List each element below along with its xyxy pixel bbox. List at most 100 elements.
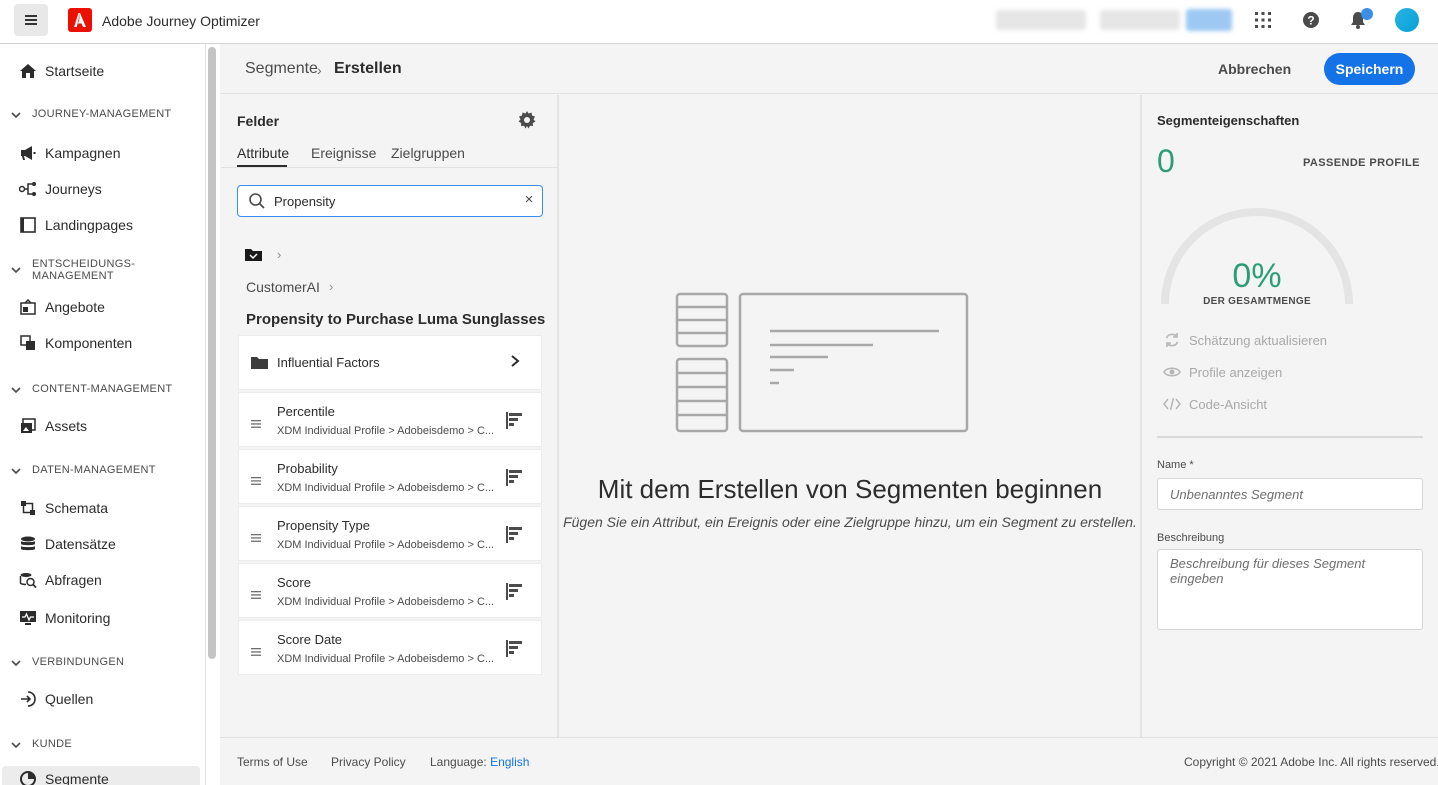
attribute-item-probability[interactable]: Probability XDM Individual Profile > Ado… [238, 449, 542, 504]
components-icon [18, 333, 38, 353]
sidebar-item-datasets[interactable]: Datensätze [18, 531, 116, 557]
page-title: Erstellen [334, 60, 402, 77]
eye-icon [1163, 363, 1181, 381]
breadcrumb-segments[interactable]: Segmente [245, 60, 318, 78]
segment-icon [18, 769, 38, 785]
notification-badge [1361, 8, 1373, 20]
attribute-item-propensity-type[interactable]: Propensity Type XDM Individual Profile >… [238, 506, 542, 561]
language-selector: Language: English [430, 755, 530, 769]
cancel-button[interactable]: Abbrechen [1206, 54, 1303, 84]
drag-handle-icon[interactable] [251, 529, 261, 542]
sidebar-item-home[interactable]: Startseite [18, 58, 104, 84]
code-icon [1163, 395, 1181, 413]
sidebar-item-components[interactable]: Komponenten [18, 330, 132, 356]
refresh-estimate-button[interactable]: Schätzung aktualisieren [1163, 331, 1327, 349]
chevron-down-icon [10, 109, 22, 121]
tab-attributes[interactable]: Attribute [237, 145, 289, 161]
segment-properties-panel [1140, 95, 1438, 737]
app-grid-icon[interactable] [1253, 10, 1273, 30]
menu-toggle-button[interactable] [14, 4, 48, 36]
segment-name-field[interactable] [1157, 478, 1423, 510]
app-title: Adobe Journey Optimizer [102, 13, 260, 29]
search-input[interactable] [274, 192, 504, 210]
sidebar-item-journeys[interactable]: Journeys [18, 176, 102, 202]
sidebar-item-segments[interactable]: Segmente [18, 766, 109, 785]
sidebar-item-schemas[interactable]: Schemata [18, 495, 108, 521]
description-label: Beschreibung [1157, 532, 1225, 544]
database-icon [18, 534, 38, 554]
query-icon [18, 570, 38, 590]
privacy-link[interactable]: Privacy Policy [331, 755, 406, 769]
section-data-management[interactable]: DATEN-MANAGEMENT [10, 464, 156, 477]
drag-handle-icon[interactable] [251, 586, 261, 599]
view-profiles-button[interactable]: Profile anzeigen [1163, 363, 1282, 381]
breadcrumb-customerai[interactable]: CustomerAI [246, 279, 320, 295]
chevron-down-icon [10, 657, 22, 669]
section-journey-management[interactable]: JOURNEY-MANAGEMENT [10, 108, 171, 121]
attribute-info-icon[interactable] [506, 412, 523, 429]
sidebar-item-campaigns[interactable]: Kampagnen [18, 140, 121, 166]
segment-description-field[interactable] [1157, 549, 1423, 630]
drag-handle-icon[interactable] [251, 643, 261, 656]
code-view-button[interactable]: Code-Ansicht [1163, 395, 1267, 413]
section-connections[interactable]: VERBINDUNGEN [10, 656, 124, 669]
sidebar-scrollbar[interactable] [208, 47, 216, 659]
chevron-down-icon [10, 739, 22, 751]
chevron-right-icon [509, 354, 521, 373]
fields-panel-title: Felder [237, 113, 280, 129]
help-icon[interactable]: ? [1301, 10, 1321, 30]
blurred-org-switcher[interactable] [996, 10, 1086, 30]
section-decision-management[interactable]: ENTSCHEIDUNGS- MANAGEMENT [10, 258, 135, 282]
search-icon [248, 192, 266, 210]
tab-events[interactable]: Ereignisse [311, 145, 376, 161]
properties-title: Segmenteigenschaften [1157, 113, 1300, 128]
monitoring-icon [18, 608, 38, 628]
attribute-info-icon[interactable] [506, 469, 523, 486]
drag-handle-icon[interactable] [251, 415, 261, 428]
home-icon [18, 61, 38, 81]
blurred-sandbox-switcher[interactable] [1100, 10, 1180, 30]
adobe-logo-icon[interactable] [68, 8, 92, 32]
sidebar-item-landingpages[interactable]: Landingpages [18, 212, 133, 238]
attribute-item-score[interactable]: Score XDM Individual Profile > Adobeisde… [238, 563, 542, 618]
sidebar-item-queries[interactable]: Abfragen [18, 567, 102, 593]
sidebar-item-sources[interactable]: Quellen [18, 686, 93, 712]
language-link[interactable]: English [490, 755, 529, 769]
avatar[interactable] [1395, 8, 1419, 32]
folder-root-icon[interactable] [245, 248, 263, 262]
section-content-management[interactable]: CONTENT-MANAGEMENT [10, 383, 172, 396]
drag-handle-icon[interactable] [251, 472, 261, 485]
clear-search-icon[interactable]: × [521, 192, 537, 208]
sidebar-item-offers[interactable]: Angebote [18, 294, 105, 320]
folder-item-influential-factors[interactable]: Influential Factors [238, 335, 542, 390]
gear-icon[interactable] [517, 110, 537, 130]
empty-state-title: Mit dem Erstellen von Segmenten beginnen [597, 474, 1103, 504]
attribute-info-icon[interactable] [506, 640, 523, 657]
megaphone-icon [18, 143, 38, 163]
save-button[interactable]: Speichern [1324, 53, 1415, 85]
refresh-icon [1163, 331, 1181, 349]
blurred-environment-badge[interactable] [1186, 9, 1232, 31]
empty-state-subtitle: Fügen Sie ein Attribut, ein Ereignis ode… [563, 514, 1137, 530]
folder-icon [251, 356, 269, 375]
tab-audiences[interactable]: Zielgruppen [391, 145, 465, 161]
sidebar-item-assets[interactable]: Assets [18, 413, 87, 439]
attribute-info-icon[interactable] [506, 583, 523, 600]
empty-canvas-illustration [675, 292, 970, 434]
tabs-divider [221, 167, 559, 168]
journey-icon [18, 179, 38, 199]
chevron-down-icon [10, 384, 22, 396]
attribute-info-icon[interactable] [506, 526, 523, 543]
offer-icon [18, 297, 38, 317]
svg-text:?: ? [1307, 14, 1314, 28]
sidebar-item-monitoring[interactable]: Monitoring [18, 605, 110, 631]
name-label: Name * [1157, 459, 1194, 471]
copyright-text: Copyright © 2021 Adobe Inc. All rights r… [1184, 755, 1438, 769]
attribute-item-score-date[interactable]: Score Date XDM Individual Profile > Adob… [238, 620, 542, 675]
section-customer[interactable]: KUNDE [10, 738, 72, 751]
terms-link[interactable]: Terms of Use [237, 755, 308, 769]
attribute-item-percentile[interactable]: Percentile XDM Individual Profile > Adob… [238, 392, 542, 447]
estimate-percent-label: DER GESAMTMENGE [1203, 296, 1311, 307]
schema-icon [18, 498, 38, 518]
top-bar: Adobe Journey Optimizer ? [0, 0, 1438, 44]
